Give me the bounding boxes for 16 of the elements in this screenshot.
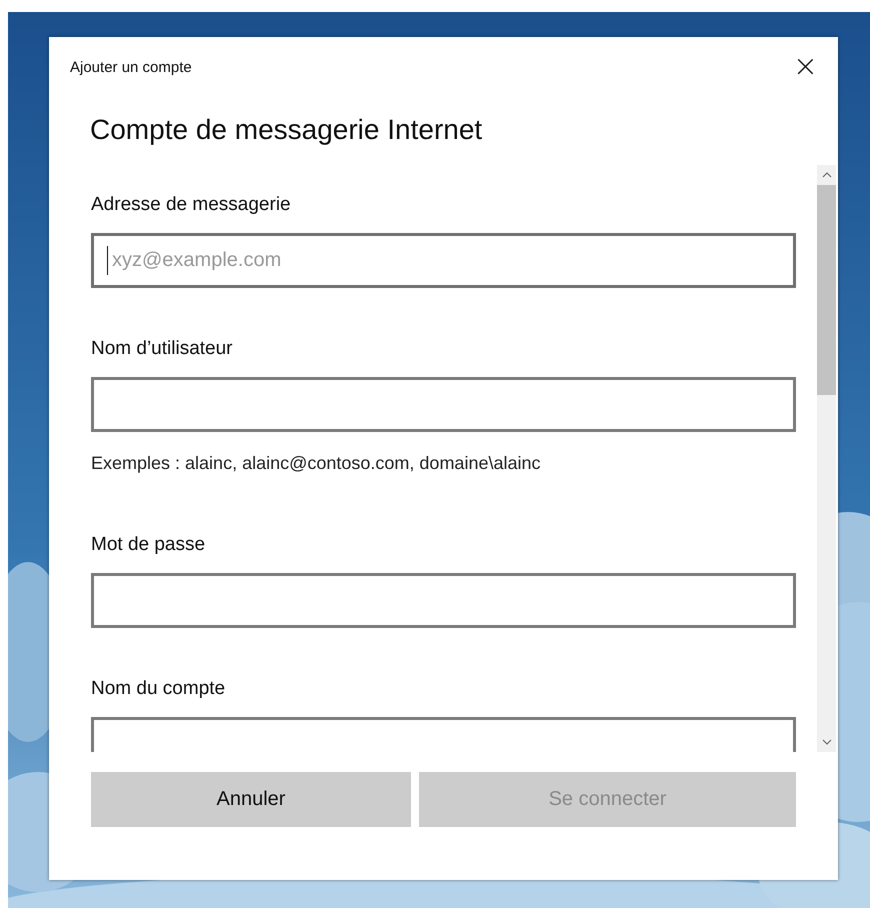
input-field[interactable]: xyz@example.com: [91, 233, 796, 288]
scrollbar[interactable]: [817, 165, 836, 752]
field-label: Mot de passe: [91, 533, 206, 557]
input-field[interactable]: [91, 377, 796, 432]
input-field[interactable]: [91, 573, 796, 628]
scroll-up-icon[interactable]: [822, 172, 832, 178]
field-label: Adresse de messagerie: [91, 193, 292, 217]
field-label: Nom d’utilisateur: [91, 337, 234, 361]
hint-text: Exemples : alainc, alainc@contoso.com, domaine\alainc: [91, 452, 542, 475]
cancel-button[interactable]: Annuler: [91, 772, 411, 827]
close-button[interactable]: ×: [788, 52, 822, 82]
scroll-down-icon[interactable]: [822, 739, 832, 745]
window-title: Ajouter un compte: [70, 58, 192, 76]
scrollbar-thumb[interactable]: [817, 185, 836, 395]
dialog-heading: Compte de messagerie Internet: [90, 113, 484, 147]
field-label: Nom du compte: [91, 677, 226, 701]
